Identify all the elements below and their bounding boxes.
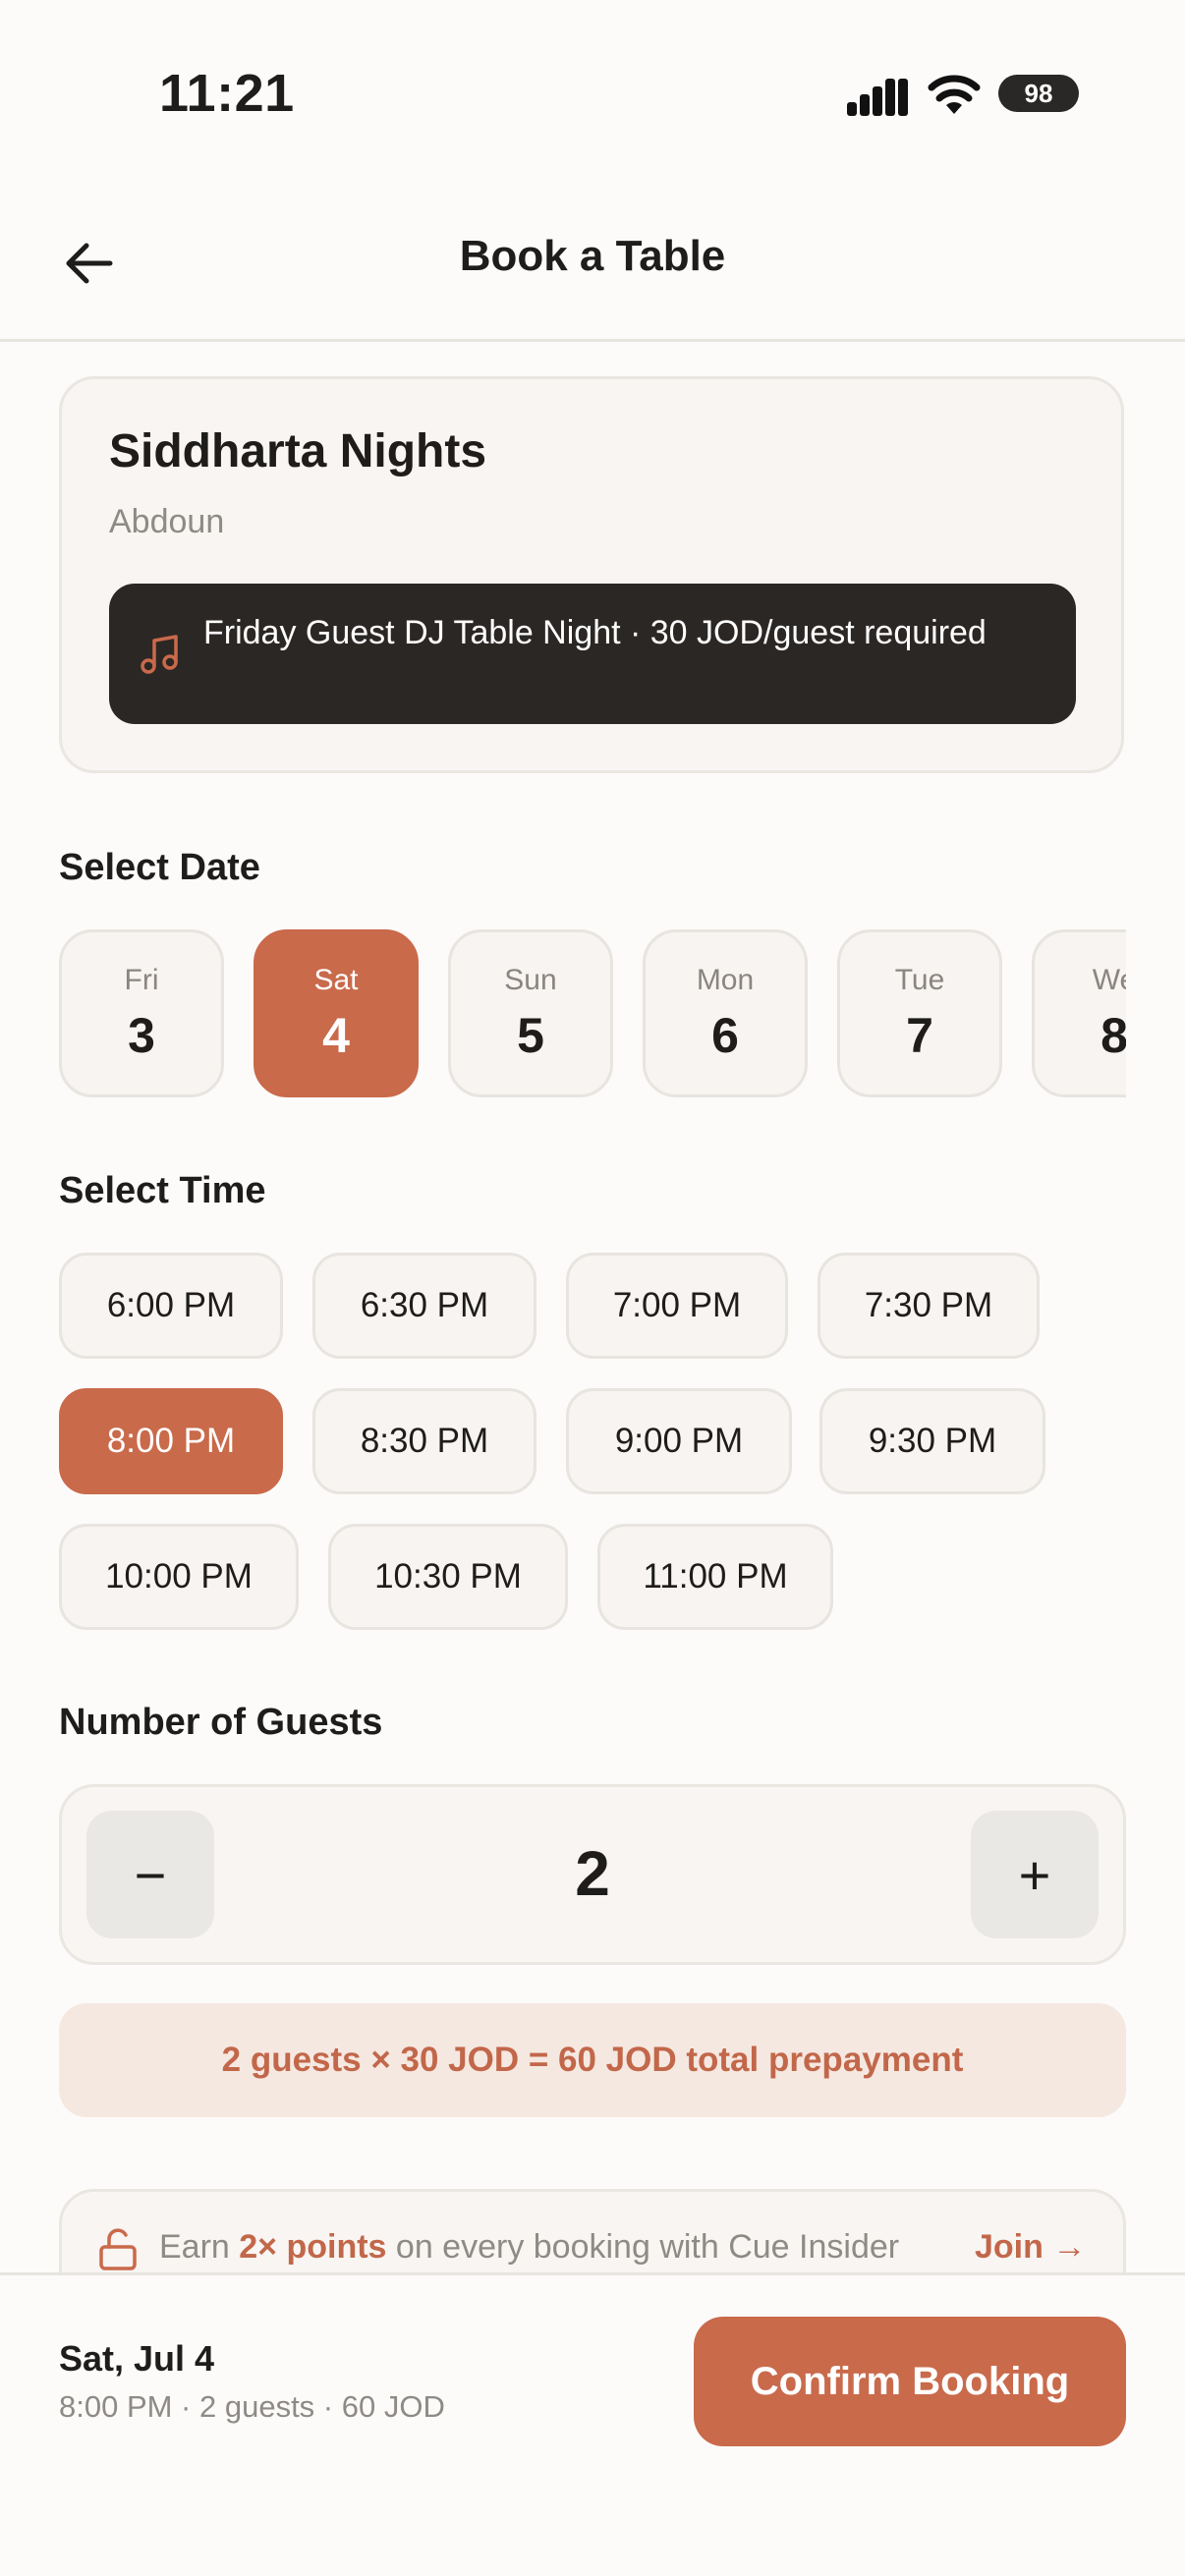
join-insider-link[interactable]: Join → xyxy=(975,2228,1086,2267)
date-chip-weekday: Mon xyxy=(696,964,755,996)
date-chip-weekday: Sun xyxy=(504,964,557,996)
venue-name: Siddharta Nights xyxy=(109,425,487,477)
date-chip[interactable]: Sat 4 xyxy=(254,929,419,1097)
music-note-icon xyxy=(141,635,178,674)
date-chip[interactable]: Fri 3 xyxy=(59,929,224,1097)
time-chip[interactable]: 6:00 PM xyxy=(59,1253,283,1359)
insider-points: 2× points xyxy=(239,2228,387,2266)
prepayment-summary: 2 guests × 30 JOD = 60 JOD total prepaym… xyxy=(59,2003,1126,2117)
insider-promo-text: Earn 2× points on every booking with Cue… xyxy=(159,2228,900,2266)
event-banner xyxy=(109,584,1076,724)
time-chip[interactable]: 9:30 PM xyxy=(819,1388,1045,1494)
battery-indicator: 98 xyxy=(998,75,1079,112)
date-chip[interactable]: Sun 5 xyxy=(448,929,613,1097)
time-chip[interactable]: 8:00 PM xyxy=(59,1388,283,1494)
time-chip[interactable]: 10:00 PM xyxy=(59,1524,299,1630)
status-time: 11:21 xyxy=(159,64,295,123)
date-chip-weekday: Sat xyxy=(313,964,359,996)
time-chip[interactable]: 9:00 PM xyxy=(566,1388,792,1494)
signal-icon xyxy=(847,79,908,116)
date-chip-day: 4 xyxy=(322,1008,350,1063)
time-chip[interactable]: 8:30 PM xyxy=(312,1388,536,1494)
wifi-icon xyxy=(928,75,981,114)
date-chip-day: 5 xyxy=(517,1008,544,1063)
time-chip[interactable]: 11:00 PM xyxy=(597,1524,833,1630)
select-time-label: Select Time xyxy=(59,1170,266,1211)
time-chip[interactable]: 7:30 PM xyxy=(818,1253,1040,1359)
page-title: Book a Table xyxy=(459,232,726,280)
date-chip[interactable]: Tue 7 xyxy=(837,929,1002,1097)
time-chip[interactable]: 7:00 PM xyxy=(566,1253,788,1359)
date-chip[interactable]: Mon 6 xyxy=(643,929,808,1097)
confirm-booking-button[interactable]: Confirm Booking xyxy=(694,2317,1126,2446)
date-chip-day: 8 xyxy=(1100,1008,1126,1063)
date-chip-day: 6 xyxy=(711,1008,739,1063)
lock-open-icon xyxy=(99,2228,137,2270)
booking-summary-detail: 8:00 PM · 2 guests · 60 JOD xyxy=(59,2389,445,2424)
date-chip-day: 3 xyxy=(128,1008,155,1063)
guests-label: Number of Guests xyxy=(59,1702,383,1743)
time-chip[interactable]: 6:30 PM xyxy=(312,1253,536,1359)
booking-summary-date: Sat, Jul 4 xyxy=(59,2338,215,2379)
increment-guests-button[interactable]: + xyxy=(971,1811,1099,1938)
time-chip[interactable]: 10:30 PM xyxy=(328,1524,568,1630)
date-chip[interactable]: We 8 xyxy=(1032,929,1126,1097)
event-banner-text: Friday Guest DJ Table Night · 30 JOD/gue… xyxy=(203,614,987,651)
date-chip-weekday: We xyxy=(1092,964,1126,996)
header-divider xyxy=(0,339,1185,342)
select-date-label: Select Date xyxy=(59,847,260,888)
date-chip-weekday: Tue xyxy=(894,964,945,996)
date-chip-day: 7 xyxy=(906,1008,933,1063)
date-picker: Fri 3 Sat 4 Sun 5 Mon 6 Tue 7 We 8 xyxy=(59,929,1126,1101)
date-chip-weekday: Fri xyxy=(124,964,159,996)
venue-area: Abdoun xyxy=(109,503,225,540)
